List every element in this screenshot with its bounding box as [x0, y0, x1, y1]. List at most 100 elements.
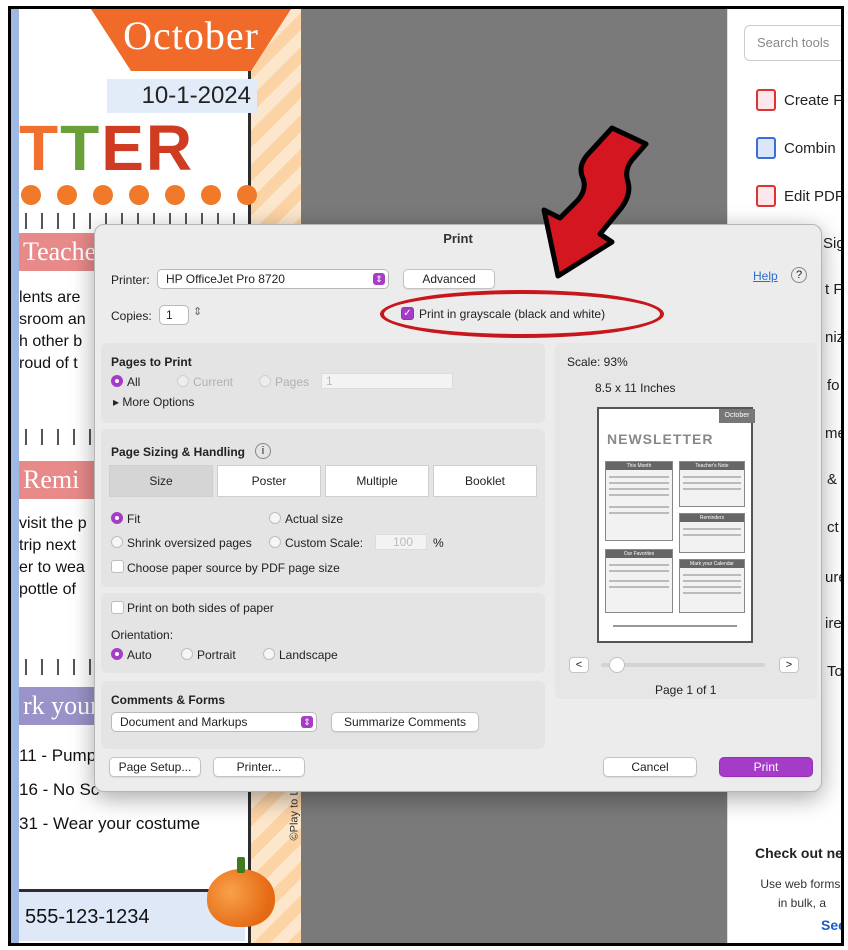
preview-block: Reminders [679, 513, 745, 553]
preview-block: Teacher's Note [679, 461, 745, 507]
prev-page-button[interactable]: < [569, 657, 589, 673]
edit-pdf-icon [756, 185, 776, 207]
portrait-radio[interactable] [181, 648, 193, 660]
printer-button[interactable]: Printer... [213, 757, 305, 777]
arrow-annotation [541, 125, 649, 279]
pages-radio[interactable] [259, 375, 271, 387]
stepper-icon[interactable]: ⇕ [193, 305, 202, 318]
pages-range-field[interactable]: 1 [321, 373, 453, 389]
next-page-button[interactable]: > [779, 657, 799, 673]
dialog-title: Print [443, 231, 473, 246]
tab-booklet[interactable]: Booklet [433, 465, 537, 497]
page-setup-button[interactable]: Page Setup... [109, 757, 201, 777]
newsletter-title: TTER [19, 112, 195, 184]
shrink-radio[interactable] [111, 536, 123, 548]
tool-fragment[interactable]: fo [827, 377, 840, 394]
custom-scale-label: Custom Scale: [285, 536, 364, 550]
paper-source-label: Choose paper source by PDF page size [127, 561, 340, 575]
all-pages-label: All [127, 375, 141, 389]
tool-fragment[interactable]: To [827, 663, 841, 680]
chevron-updown-icon: ⇕ [301, 716, 313, 728]
copies-field[interactable]: 1 [159, 305, 189, 325]
tool-fragment[interactable]: ire [825, 615, 841, 632]
tool-fragment[interactable]: t F [825, 281, 841, 298]
portrait-label: Portrait [197, 648, 236, 662]
page-slider-thumb[interactable] [609, 657, 625, 673]
tool-combine[interactable]: Combin [756, 137, 836, 159]
both-sides-label: Print on both sides of paper [127, 601, 274, 615]
copyright-credit: ©Play to L [288, 789, 301, 841]
actual-size-label: Actual size [285, 512, 344, 526]
current-page-label: Current [193, 375, 234, 389]
tool-edit-pdf[interactable]: Edit PDF [756, 185, 841, 207]
tool-fragment[interactable]: ure [825, 569, 841, 586]
preview-block: Mark your Calendar [679, 559, 745, 613]
more-options-toggle[interactable]: ▸ More Options [113, 395, 194, 409]
fit-radio[interactable] [111, 512, 123, 524]
doc-left-strip [11, 9, 19, 943]
percent-label: % [433, 536, 444, 550]
tool-fragment[interactable]: & ( [827, 471, 841, 488]
landscape-radio[interactable] [263, 648, 275, 660]
see-link[interactable]: See [821, 917, 841, 933]
preview-month: October [719, 409, 755, 423]
tool-fragment[interactable]: nize [825, 329, 841, 346]
landscape-label: Landscape [279, 648, 338, 662]
auto-label: Auto [127, 648, 152, 662]
cancel-button[interactable]: Cancel [603, 757, 697, 777]
summarize-comments-button[interactable]: Summarize Comments [331, 712, 479, 732]
comments-select[interactable]: Document and Markups ⇕ [111, 712, 317, 732]
pages-label: Pages [275, 375, 310, 389]
page-preview: October NEWSLETTER This Month Teacher's … [597, 407, 755, 643]
preview-footer [613, 625, 737, 627]
red-arrow-icon [541, 125, 649, 279]
date-label: 10-1-2024 [107, 79, 257, 113]
title-dots [21, 185, 257, 205]
info-icon[interactable]: i [255, 443, 271, 459]
pages-heading: Pages to Print [111, 355, 192, 369]
sizing-heading: Page Sizing & Handling [111, 445, 246, 459]
pumpkin-image [207, 857, 275, 927]
printer-label: Printer: [111, 273, 150, 287]
comments-heading: Comments & Forms [111, 693, 226, 707]
help-link[interactable]: Help [753, 269, 778, 283]
checkout-heading: Check out ne [755, 845, 843, 861]
paper-size-label: 8.5 x 11 Inches [595, 381, 676, 395]
combine-files-icon [756, 137, 776, 159]
actual-size-radio[interactable] [269, 512, 281, 524]
tool-create-pdf[interactable]: Create F [756, 89, 841, 111]
current-page-radio[interactable] [177, 375, 189, 387]
copies-label: Copies: [111, 309, 152, 323]
checkout-text: Use web forms, in bulk, a [760, 877, 844, 910]
tool-fragment[interactable]: ct [827, 519, 839, 536]
tool-fragment[interactable]: me [825, 425, 841, 442]
shrink-label: Shrink oversized pages [127, 536, 252, 550]
custom-scale-radio[interactable] [269, 536, 281, 548]
help-icon[interactable]: ? [791, 267, 807, 283]
page-count-label: Page 1 of 1 [655, 683, 717, 697]
tool-fragment[interactable]: Sig [823, 235, 841, 252]
all-pages-radio[interactable] [111, 375, 123, 387]
tab-size[interactable]: Size [109, 465, 213, 497]
grayscale-checkbox[interactable]: ✓ [401, 307, 414, 320]
search-tools-input[interactable]: Search tools [744, 25, 841, 61]
page-slider-track [601, 663, 765, 667]
preview-block: Our Favorites [605, 549, 673, 613]
grayscale-label: Print in grayscale (black and white) [419, 307, 606, 321]
tab-multiple[interactable]: Multiple [325, 465, 429, 497]
chevron-updown-icon: ⇕ [373, 273, 385, 285]
paper-source-checkbox[interactable] [111, 560, 124, 573]
print-button[interactable]: Print [719, 757, 813, 777]
fit-label: Fit [127, 512, 141, 526]
custom-scale-field[interactable]: 100 [375, 534, 427, 550]
auto-radio[interactable] [111, 648, 123, 660]
create-pdf-icon [756, 89, 776, 111]
scale-label: Scale: 93% [567, 355, 628, 369]
preview-title: NEWSLETTER [607, 431, 714, 447]
printer-select[interactable]: HP OfficeJet Pro 8720 ⇕ [157, 269, 389, 289]
advanced-button[interactable]: Advanced [403, 269, 495, 289]
preview-block: This Month [605, 461, 673, 541]
tab-poster[interactable]: Poster [217, 465, 321, 497]
both-sides-checkbox[interactable] [111, 601, 124, 614]
print-dialog: Print Printer: HP OfficeJet Pro 8720 ⇕ Ad… [94, 224, 822, 792]
